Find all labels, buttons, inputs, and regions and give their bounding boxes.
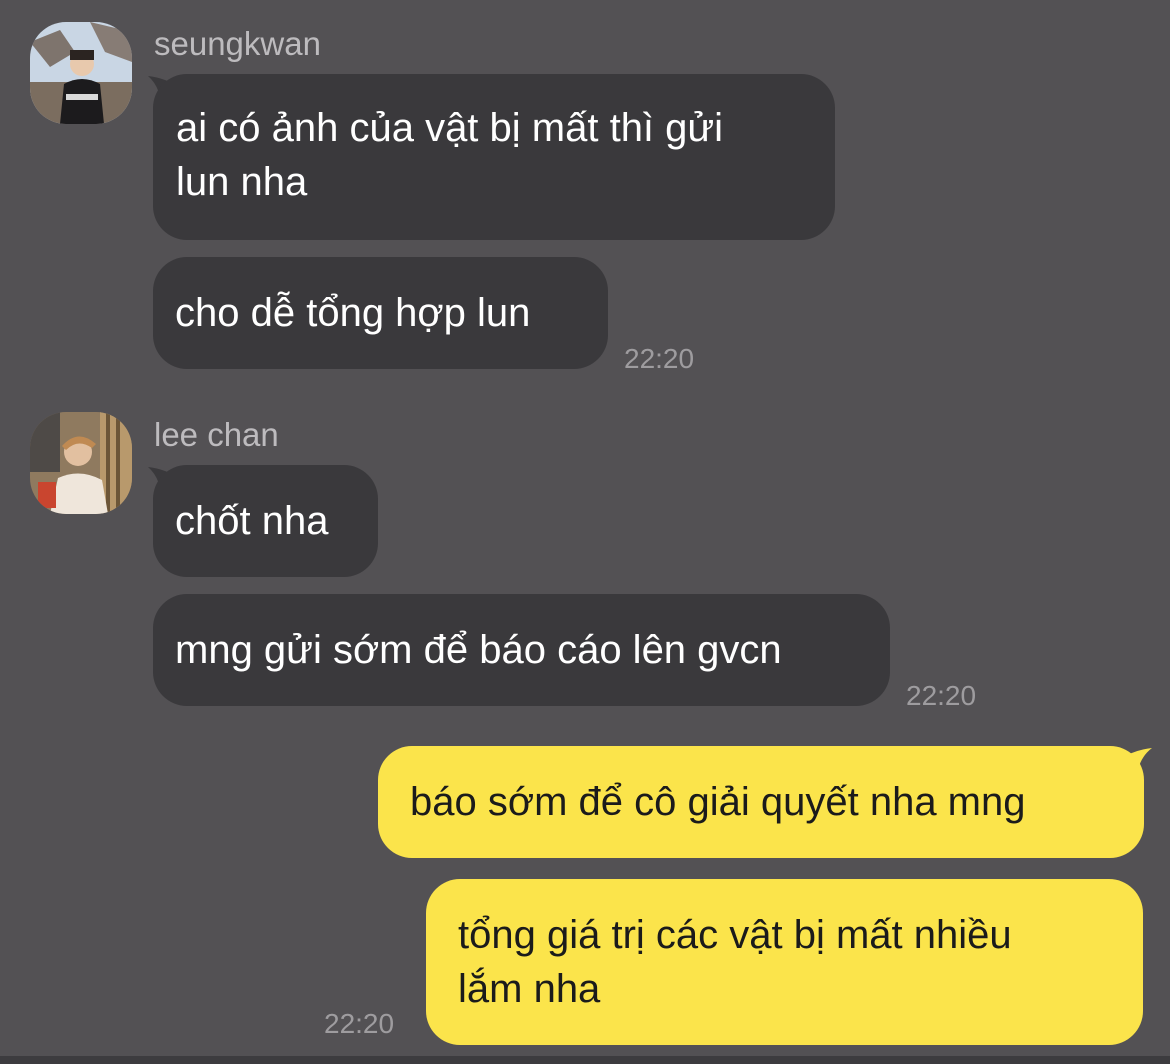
message-line: tổng giá trị các vật bị mất nhiều lắm nh…: [458, 913, 1012, 1011]
profile-photo-icon: [30, 22, 132, 124]
message-text: báo sớm để cô giải quyết nha mng: [410, 780, 1026, 824]
message-bubble[interactable]: ai có ảnh của vật bị mất thì gửi lun nha: [153, 74, 835, 240]
timestamp: 22:20: [624, 343, 695, 374]
profile-photo-icon: [30, 412, 132, 514]
message-text: chốt nha: [175, 499, 329, 543]
message-line: ai có ảnh của vật bị mất thì gửi lun nha: [176, 106, 724, 204]
message-text: cho dễ tổng hợp lun: [175, 291, 531, 335]
message-bubble[interactable]: báo sớm để cô giải quyết nha mng: [378, 746, 1144, 858]
timestamp: 22:20: [324, 1008, 395, 1039]
input-bar-edge: [0, 1056, 1170, 1064]
avatar-seungkwan[interactable]: [30, 22, 132, 124]
message-bubble[interactable]: cho dễ tổng hợp lun: [153, 257, 608, 369]
message-text: mng gửi sớm để báo cáo lên gvcn: [175, 628, 782, 672]
message-bubble[interactable]: chốt nha: [153, 465, 378, 577]
sender-name: lee chan: [154, 416, 279, 453]
timestamp: 22:20: [906, 680, 977, 711]
message-bubble[interactable]: mng gửi sớm để báo cáo lên gvcn: [153, 594, 890, 706]
avatar-lee-chan[interactable]: [30, 412, 132, 514]
message-bubble[interactable]: tổng giá trị các vật bị mất nhiều lắm nh…: [426, 879, 1143, 1045]
sender-name: seungkwan: [154, 25, 321, 62]
